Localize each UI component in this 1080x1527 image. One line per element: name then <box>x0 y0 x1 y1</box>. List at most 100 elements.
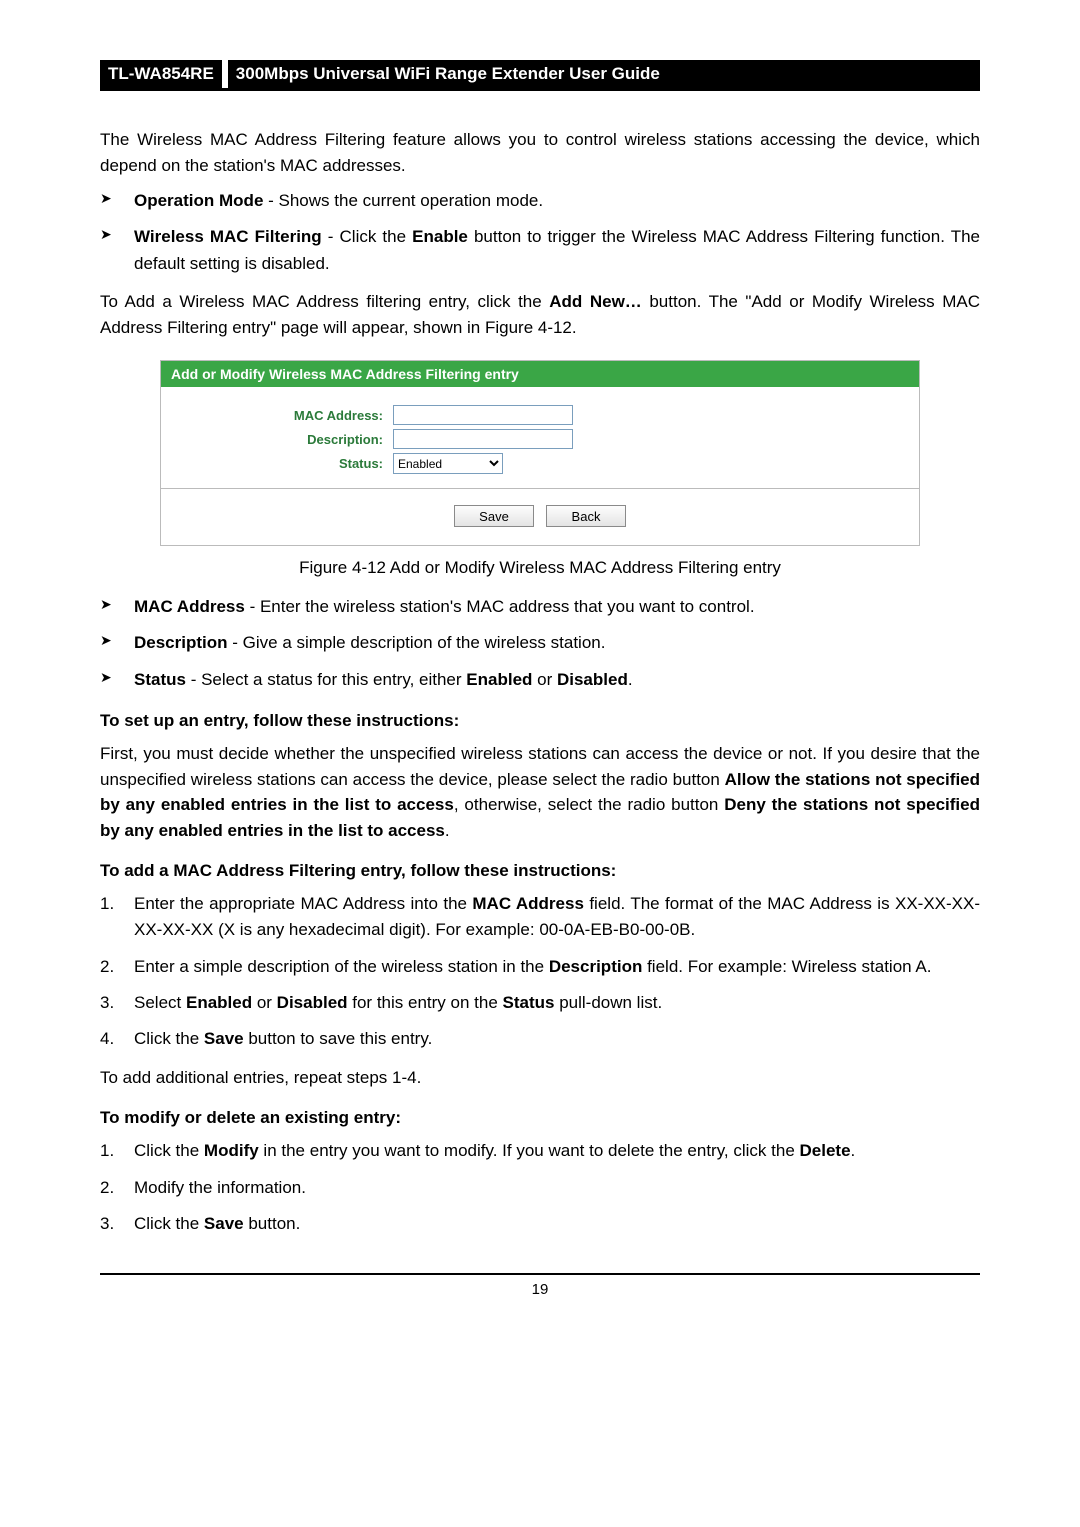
bullet-text: Shows the current operation mode. <box>279 191 544 210</box>
bullet-label: Status <box>134 670 186 689</box>
save-button-ref: Save <box>204 1214 244 1233</box>
field-bullet-list: ➤ MAC Address - Enter the wireless stati… <box>100 594 980 693</box>
save-button[interactable]: Save <box>454 505 534 527</box>
setup-paragraph: First, you must decide whether the unspe… <box>100 741 980 843</box>
text: field. For example: Wireless station A. <box>642 957 931 976</box>
text: Select <box>134 993 186 1012</box>
status-field-ref: Status <box>503 993 555 1012</box>
bullet-status: ➤ Status - Select a status for this entr… <box>100 667 980 693</box>
figure-separator <box>161 488 919 489</box>
step-number: 3. <box>100 990 134 1016</box>
save-button-ref: Save <box>204 1029 244 1048</box>
bullet-sep: - <box>322 227 340 246</box>
modify-step-2: 2. Modify the information. <box>100 1175 980 1201</box>
text: . <box>445 821 450 840</box>
bullet-wireless-filtering: ➤ Wireless MAC Filtering - Click the Ena… <box>100 224 980 277</box>
enable-button-ref: Enable <box>412 227 468 246</box>
description-input[interactable] <box>393 429 573 449</box>
bullet-label: MAC Address <box>134 597 245 616</box>
bullet-sep: - <box>245 597 260 616</box>
status-row: Status: Enabled <box>173 453 907 474</box>
mac-address-input[interactable] <box>393 405 573 425</box>
text: or <box>252 993 277 1012</box>
text: Enter the appropriate MAC Address into t… <box>134 894 472 913</box>
add-step-1: 1. Enter the appropriate MAC Address int… <box>100 891 980 944</box>
add-step-4: 4. Click the Save button to save this en… <box>100 1026 980 1052</box>
bullet-text: Enter the wireless station's MAC address… <box>260 597 755 616</box>
text: To Add a Wireless MAC Address filtering … <box>100 292 549 311</box>
text: , otherwise, select the radio button <box>454 795 724 814</box>
enabled-ref: Enabled <box>466 670 532 689</box>
bullet-mac-address: ➤ MAC Address - Enter the wireless stati… <box>100 594 980 620</box>
setup-title: To set up an entry, follow these instruc… <box>100 711 980 731</box>
step-number: 2. <box>100 1175 134 1201</box>
text: Click the <box>134 1214 204 1233</box>
step-number: 2. <box>100 954 134 980</box>
text: button. <box>244 1214 301 1233</box>
bullet-operation-mode: ➤ Operation Mode - Shows the current ope… <box>100 188 980 214</box>
delete-ref: Delete <box>800 1141 851 1160</box>
document-page: TL-WA854RE 300Mbps Universal WiFi Range … <box>0 0 1080 1338</box>
disabled-ref: Disabled <box>557 670 628 689</box>
intro-paragraph: The Wireless MAC Address Filtering featu… <box>100 127 980 178</box>
status-select[interactable]: Enabled <box>393 453 503 474</box>
mac-address-label: MAC Address: <box>173 408 393 423</box>
arrow-icon: ➤ <box>100 188 134 210</box>
description-label: Description: <box>173 432 393 447</box>
bullet-label: Description <box>134 633 228 652</box>
bullet-description: ➤ Description - Give a simple descriptio… <box>100 630 980 656</box>
text: Enter a simple description of the wirele… <box>134 957 549 976</box>
description-row: Description: <box>173 429 907 449</box>
feature-bullet-list: ➤ Operation Mode - Shows the current ope… <box>100 188 980 277</box>
product-model: TL-WA854RE <box>100 60 222 88</box>
add-title: To add a MAC Address Filtering entry, fo… <box>100 861 980 881</box>
disabled-ref: Disabled <box>277 993 348 1012</box>
arrow-icon: ➤ <box>100 594 134 616</box>
description-field-ref: Description <box>549 957 643 976</box>
modify-steps-list: 1. Click the Modify in the entry you wan… <box>100 1138 980 1237</box>
bullet-sep: - <box>228 633 243 652</box>
document-title: 300Mbps Universal WiFi Range Extender Us… <box>228 60 980 88</box>
text: . <box>851 1141 856 1160</box>
add-step-3: 3. Select Enabled or Disabled for this e… <box>100 990 980 1016</box>
text: in the entry you want to modify. If you … <box>259 1141 800 1160</box>
back-button[interactable]: Back <box>546 505 626 527</box>
add-steps-list: 1. Enter the appropriate MAC Address int… <box>100 891 980 1053</box>
figure-body: MAC Address: Description: Status: Enable… <box>161 387 919 545</box>
footer-separator <box>100 1273 980 1275</box>
figure-panel: Add or Modify Wireless MAC Address Filte… <box>160 360 920 546</box>
add-step-2: 2. Enter a simple description of the wir… <box>100 954 980 980</box>
page-header: TL-WA854RE 300Mbps Universal WiFi Range … <box>100 60 980 91</box>
arrow-icon: ➤ <box>100 630 134 652</box>
bullet-label: Operation Mode <box>134 191 263 210</box>
step-number: 1. <box>100 1138 134 1164</box>
bullet-text-pre: Click the <box>340 227 413 246</box>
bullet-text: Give a simple description of the wireles… <box>243 633 606 652</box>
step-number: 1. <box>100 891 134 917</box>
status-label: Status: <box>173 456 393 471</box>
add-new-paragraph: To Add a Wireless MAC Address filtering … <box>100 289 980 340</box>
figure-buttons: Save Back <box>173 501 907 539</box>
bullet-label: Wireless MAC Filtering <box>134 227 322 246</box>
add-repeat-paragraph: To add additional entries, repeat steps … <box>100 1065 980 1091</box>
step-number: 4. <box>100 1026 134 1052</box>
figure-header: Add or Modify Wireless MAC Address Filte… <box>161 361 919 387</box>
arrow-icon: ➤ <box>100 224 134 246</box>
bullet-sep: - <box>186 670 201 689</box>
text: pull-down list. <box>554 993 662 1012</box>
modify-ref: Modify <box>204 1141 259 1160</box>
step-number: 3. <box>100 1211 134 1237</box>
text: for this entry on the <box>348 993 503 1012</box>
modify-title: To modify or delete an existing entry: <box>100 1108 980 1128</box>
text: or <box>532 670 557 689</box>
text: Click the <box>134 1141 204 1160</box>
bullet-sep: - <box>263 191 278 210</box>
modify-step-3: 3. Click the Save button. <box>100 1211 980 1237</box>
text: button to save this entry. <box>244 1029 433 1048</box>
text: Click the <box>134 1029 204 1048</box>
modify-step-1: 1. Click the Modify in the entry you wan… <box>100 1138 980 1164</box>
enabled-ref: Enabled <box>186 993 252 1012</box>
mac-address-row: MAC Address: <box>173 405 907 425</box>
text: . <box>628 670 633 689</box>
page-number: 19 <box>100 1281 980 1298</box>
